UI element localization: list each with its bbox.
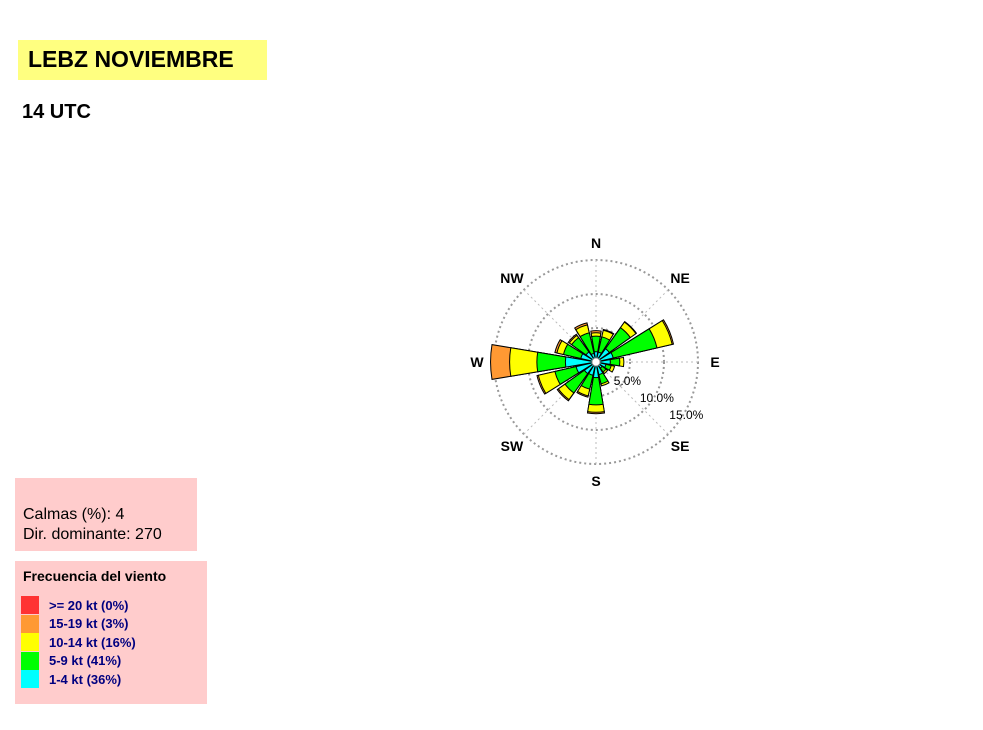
legend-label: 10-14 kt (16%) bbox=[49, 634, 136, 650]
legend-label: 15-19 kt (3%) bbox=[49, 616, 129, 632]
compass-label: E bbox=[710, 354, 719, 370]
legend-panel: Frecuencia del viento >= 20 kt (0%) 15-19… bbox=[15, 561, 207, 704]
legend-label: 1-4 kt (36%) bbox=[49, 671, 122, 687]
legend-swatch bbox=[21, 651, 39, 670]
compass-label: N bbox=[591, 235, 601, 251]
compass-label: SW bbox=[501, 438, 524, 454]
legend-list: >= 20 kt (0%) 15-19 kt (3%) 10-14 kt (16%)… bbox=[21, 596, 207, 689]
legend-title: Frecuencia del viento bbox=[23, 568, 167, 584]
legend-label: >= 20 kt (0%) bbox=[49, 597, 129, 613]
legend-item: >= 20 kt (0%) bbox=[21, 596, 207, 615]
legend-item: 5-9 kt (41%) bbox=[21, 651, 207, 671]
legend-item: 1-4 kt (36%) bbox=[21, 670, 207, 689]
compass-label: NW bbox=[500, 270, 524, 286]
ring-label: 10.0% bbox=[640, 391, 674, 405]
legend-item: 15-19 kt (3%) bbox=[21, 614, 207, 634]
dominant-direction-text: Dir. dominante: 270 bbox=[23, 526, 162, 543]
compass-label: W bbox=[470, 354, 484, 370]
ring-label: 15.0% bbox=[669, 408, 703, 422]
compass-label: SE bbox=[671, 438, 690, 454]
compass-label: NE bbox=[670, 270, 689, 286]
ring-label: 5.0% bbox=[614, 374, 642, 388]
calm-center bbox=[591, 357, 601, 367]
legend-swatch bbox=[21, 633, 39, 652]
summary-panel: Calmas (%): 4 Dir. dominante: 270 bbox=[15, 478, 197, 551]
legend-swatch bbox=[21, 670, 39, 689]
compass-label: S bbox=[591, 473, 600, 489]
legend-label: 5-9 kt (41%) bbox=[49, 653, 122, 669]
legend-swatch bbox=[21, 596, 39, 615]
legend-swatch bbox=[21, 614, 39, 633]
calm-text: Calmas (%): 4 bbox=[23, 506, 125, 523]
legend-item: 10-14 kt (16%) bbox=[21, 633, 207, 652]
